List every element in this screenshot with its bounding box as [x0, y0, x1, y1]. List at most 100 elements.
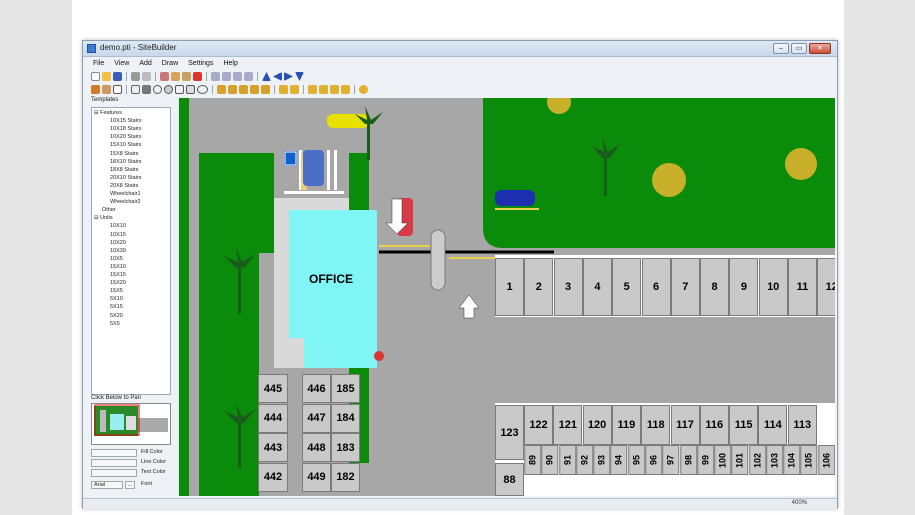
- storage-unit[interactable]: 113: [787, 405, 817, 445]
- tree-item[interactable]: 15X10 Stairs: [110, 142, 142, 148]
- tree-item[interactable]: 10X15 Stairs: [110, 118, 142, 124]
- open-folder-icon[interactable]: [102, 72, 111, 81]
- pan-up-icon[interactable]: [262, 72, 271, 81]
- storage-unit[interactable]: 449: [302, 462, 331, 492]
- zoom-out-icon[interactable]: [222, 72, 231, 81]
- tree-item[interactable]: ⊟ Units: [94, 215, 113, 221]
- tree-item[interactable]: 5X10: [110, 296, 123, 302]
- storage-unit[interactable]: 443: [258, 433, 288, 462]
- new-file-icon[interactable]: [91, 72, 100, 81]
- storage-unit[interactable]: 120: [582, 405, 612, 445]
- align-bottom-icon[interactable]: [261, 85, 270, 94]
- fill-color-swatch[interactable]: [91, 449, 137, 457]
- storage-unit[interactable]: 115: [729, 405, 759, 445]
- storage-unit[interactable]: 104: [783, 445, 801, 475]
- storage-unit[interactable]: 1: [495, 258, 524, 316]
- storage-unit[interactable]: 10: [758, 258, 788, 316]
- storage-unit[interactable]: 97: [662, 445, 680, 475]
- pan-minimap[interactable]: [91, 403, 171, 445]
- tree-item[interactable]: 18X10 Stairs: [110, 159, 142, 165]
- text-color-swatch[interactable]: [91, 469, 137, 477]
- storage-unit[interactable]: 99: [696, 445, 715, 475]
- tree-item[interactable]: 15X8 Stairs: [110, 151, 138, 157]
- tree-item[interactable]: 5X20: [110, 313, 123, 319]
- copy-icon[interactable]: [171, 72, 180, 81]
- print-preview-icon[interactable]: [142, 72, 151, 81]
- storage-unit[interactable]: 185: [331, 374, 360, 403]
- storage-unit[interactable]: 182: [331, 462, 360, 492]
- storage-unit[interactable]: 103: [765, 445, 784, 475]
- tree-item[interactable]: 10X20: [110, 240, 126, 246]
- tree-item[interactable]: ⊟ Features: [94, 110, 122, 116]
- storage-unit[interactable]: 105: [800, 445, 818, 475]
- storage-unit[interactable]: 116: [699, 405, 729, 445]
- tree-item[interactable]: 15X15: [110, 272, 126, 278]
- storage-unit[interactable]: 12: [817, 258, 835, 316]
- send-back-icon[interactable]: [319, 85, 328, 94]
- tree-item[interactable]: 10X20 Stairs: [110, 134, 142, 140]
- align-right-icon[interactable]: [239, 85, 248, 94]
- align-center-icon[interactable]: [228, 85, 237, 94]
- storage-unit[interactable]: 8: [700, 258, 730, 316]
- rectangle-tool-icon[interactable]: [113, 85, 122, 94]
- tree-item[interactable]: 10X15: [110, 232, 126, 238]
- rect-tool-icon[interactable]: [186, 85, 195, 94]
- tree-item[interactable]: 10X18 Stairs: [110, 126, 142, 132]
- storage-unit[interactable]: 447: [302, 403, 331, 433]
- tree-item[interactable]: 20X8 Stairs: [110, 183, 138, 189]
- ellipse-tool-icon[interactable]: [197, 85, 208, 94]
- storage-unit[interactable]: 2: [524, 258, 554, 316]
- pan-right-icon[interactable]: [284, 72, 293, 81]
- distribute-vertical-icon[interactable]: [290, 85, 299, 94]
- storage-unit[interactable]: 123: [495, 405, 524, 460]
- storage-unit[interactable]: 7: [670, 258, 700, 316]
- tree-item[interactable]: 5X15: [110, 304, 123, 310]
- menu-settings[interactable]: Settings: [188, 58, 213, 70]
- storage-unit[interactable]: 6: [641, 258, 671, 316]
- storage-unit[interactable]: 88: [495, 463, 524, 496]
- rotate-icon[interactable]: [359, 85, 368, 94]
- menu-file[interactable]: File: [93, 58, 104, 70]
- storage-unit[interactable]: 106: [817, 445, 835, 475]
- storage-unit[interactable]: 102: [748, 445, 766, 475]
- zoom-in-icon[interactable]: [211, 72, 220, 81]
- distribute-horizontal-icon[interactable]: [279, 85, 288, 94]
- pan-left-icon[interactable]: [273, 72, 282, 81]
- storage-unit[interactable]: 118: [641, 405, 671, 445]
- title-bar[interactable]: demo.pti - SiteBuilder – ▭ ✕: [83, 41, 837, 57]
- storage-unit[interactable]: 121: [553, 405, 583, 445]
- line-color-swatch[interactable]: [91, 459, 137, 467]
- line-tool-icon[interactable]: [142, 85, 151, 94]
- print-icon[interactable]: [131, 72, 140, 81]
- storage-unit[interactable]: 448: [302, 433, 331, 462]
- storage-unit[interactable]: 91: [558, 445, 576, 475]
- storage-unit[interactable]: 446: [302, 374, 331, 403]
- storage-unit[interactable]: 442: [258, 462, 288, 492]
- maximize-button[interactable]: ▭: [791, 43, 807, 54]
- storage-unit[interactable]: 184: [331, 403, 360, 433]
- storage-unit[interactable]: 95: [627, 445, 645, 475]
- circle-tool-icon[interactable]: [153, 85, 162, 94]
- tree-item[interactable]: 10X5: [110, 256, 123, 262]
- storage-unit[interactable]: 101: [731, 445, 749, 475]
- storage-unit[interactable]: 100: [714, 445, 732, 475]
- storage-unit[interactable]: 117: [670, 405, 700, 445]
- tree-item[interactable]: 15X20: [110, 280, 126, 286]
- tree-item[interactable]: 20X10 Stairs: [110, 175, 142, 181]
- pan-down-icon[interactable]: [295, 72, 304, 81]
- bring-front-icon[interactable]: [308, 85, 317, 94]
- tree-item[interactable]: Wheelchair2: [110, 199, 141, 205]
- tree-item[interactable]: Other: [102, 207, 116, 213]
- select-arrow-icon[interactable]: [131, 85, 140, 94]
- align-left-icon[interactable]: [217, 85, 226, 94]
- storage-unit[interactable]: 4: [582, 258, 612, 316]
- save-icon[interactable]: [113, 72, 122, 81]
- storage-unit[interactable]: 90: [541, 445, 559, 475]
- storage-unit[interactable]: 92: [575, 445, 594, 475]
- storage-unit[interactable]: 98: [679, 445, 697, 475]
- delete-icon[interactable]: [193, 72, 202, 81]
- storage-unit[interactable]: 444: [258, 403, 288, 433]
- filled-circle-icon[interactable]: [164, 85, 173, 94]
- menu-add[interactable]: Add: [139, 58, 151, 70]
- zoom-actual-icon[interactable]: [244, 72, 253, 81]
